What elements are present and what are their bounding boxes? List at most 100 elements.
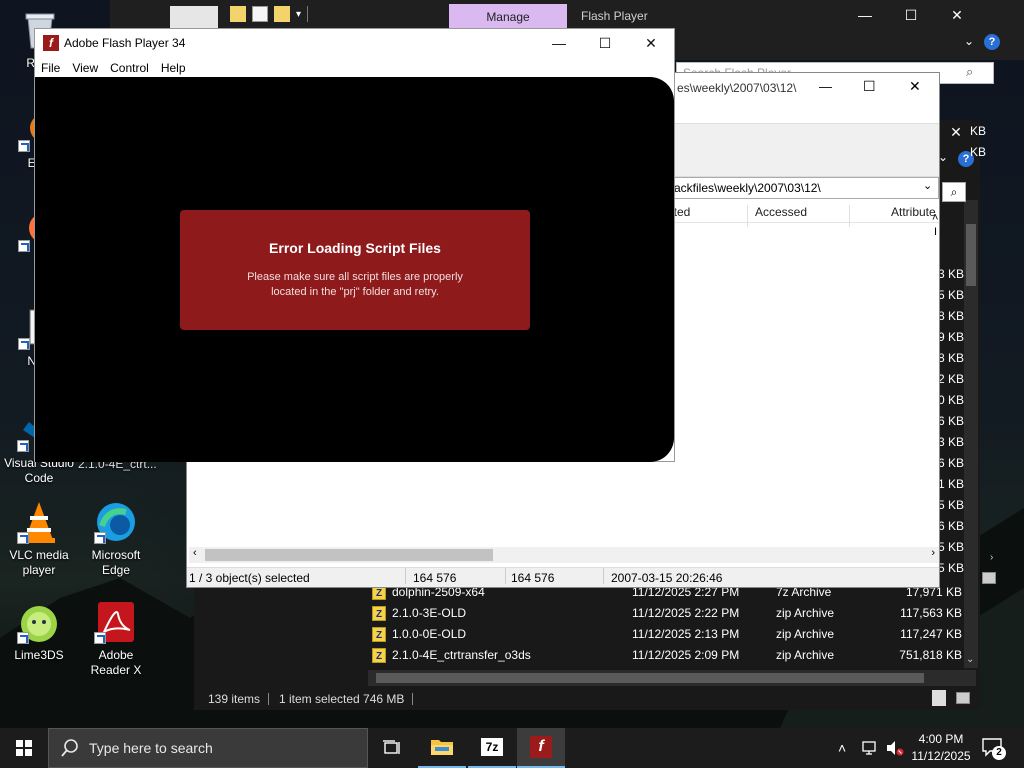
scrollbar-horizontal[interactable]: ‹ › xyxy=(189,547,939,563)
divider xyxy=(747,205,748,227)
selection-status: 1 / 3 object(s) selected xyxy=(189,571,310,585)
close-icon[interactable]: ✕ xyxy=(628,29,674,57)
size-partial: KB xyxy=(970,124,987,138)
help-icon[interactable]: ? xyxy=(984,34,1000,50)
scroll-up-icon[interactable]: ˄ xyxy=(932,212,940,224)
size-cell: 3 KB xyxy=(938,267,965,281)
details-view-icon[interactable] xyxy=(982,572,996,584)
task-view-button[interactable] xyxy=(368,728,416,768)
large-icons-view-icon[interactable] xyxy=(956,692,970,704)
qat-dropdown-icon[interactable]: ▾ xyxy=(296,9,301,20)
file-size: 117,247 KB xyxy=(900,627,962,641)
ribbon-expand-icon[interactable]: ⌄ xyxy=(938,150,954,164)
size-cell: 6 KB xyxy=(938,519,965,533)
minimize-icon[interactable]: — xyxy=(842,0,888,30)
shortcut-arrow-icon xyxy=(17,632,29,644)
zip-archive-icon xyxy=(372,604,386,625)
show-hidden-icons-chevron-up-icon[interactable]: ˄ xyxy=(838,740,846,756)
file-row[interactable]: 1.0.0-0E-OLD 11/12/2025 2:13 PM zip Arch… xyxy=(372,624,968,646)
search-icon[interactable]: ⌕ xyxy=(966,64,973,80)
taskbar-search-input[interactable]: Type here to search xyxy=(48,728,368,768)
scroll-thumb[interactable] xyxy=(205,549,493,561)
start-button[interactable] xyxy=(0,728,48,768)
taskbar: Type here to search 7z f ˄ 4:00 PM 11/12… xyxy=(0,728,1024,768)
divider xyxy=(268,693,269,705)
file-size: 117,563 KB xyxy=(900,606,962,620)
volume-muted-icon[interactable] xyxy=(886,740,904,756)
shortcut-arrow-icon xyxy=(17,532,29,544)
scroll-thumb[interactable] xyxy=(966,224,976,286)
size-cell: 3 KB xyxy=(938,435,965,449)
window-title: Flash Player xyxy=(581,9,648,23)
file-name: 1.0.0-0E-OLD xyxy=(392,627,467,641)
taskbar-file-explorer[interactable] xyxy=(418,728,466,768)
size-cell: 5 KB xyxy=(938,498,965,512)
menu-control[interactable]: Control xyxy=(104,58,155,78)
error-message-line: located in the "prj" folder and retry. xyxy=(271,286,439,298)
desktop-icon-label: Adobe Reader X xyxy=(90,648,142,677)
zip-archive-icon xyxy=(372,646,386,667)
tab-manage[interactable]: Manage xyxy=(449,4,567,28)
taskbar-7zip[interactable]: 7z xyxy=(468,728,516,768)
column-header-accessed[interactable]: Accessed xyxy=(755,205,807,219)
close-icon[interactable]: ✕ xyxy=(944,118,968,146)
window-title: es\weekly\2007\03\12\ xyxy=(677,81,797,95)
action-center-button[interactable]: 2 xyxy=(978,734,1008,762)
new-folder-icon[interactable] xyxy=(274,6,290,22)
minimize-icon[interactable]: — xyxy=(819,79,832,94)
adobe-reader-icon xyxy=(94,600,138,644)
file-size: 751,818 KB xyxy=(899,648,962,662)
size-cell: 1 KB xyxy=(938,477,965,491)
menu-help[interactable]: Help xyxy=(155,58,192,78)
status-bar-dark: 139 items 1 item selected 746 MB xyxy=(194,688,980,710)
desktop-icon-label: Microsoft Edge xyxy=(91,548,141,577)
address-bar[interactable]: ackfiles\weekly\2007\03\12\ xyxy=(667,177,939,199)
size-cell: 5 KB xyxy=(938,288,965,302)
divider xyxy=(405,568,406,584)
menu-view[interactable]: View xyxy=(66,58,104,78)
shortcut-arrow-icon xyxy=(94,532,106,544)
file-type: zip Archive xyxy=(776,606,835,620)
search-icon[interactable]: ⌕ xyxy=(942,182,966,202)
maximize-icon[interactable]: ☐ xyxy=(582,29,628,57)
minimize-icon[interactable]: — xyxy=(536,29,582,57)
quick-access-toolbar: ▾ xyxy=(230,6,309,22)
size-cell: 0 KB xyxy=(938,393,965,407)
clock-time: 4:00 PM xyxy=(918,732,964,746)
file-row[interactable]: 2.1.0-3E-OLD 11/12/2025 2:22 PM zip Arch… xyxy=(372,603,968,625)
close-icon[interactable]: ✕ xyxy=(909,78,921,95)
clock[interactable]: 4:00 PM 11/12/2025 xyxy=(908,731,974,765)
desktop-icon-adobe-reader[interactable]: Adobe Reader X xyxy=(78,600,154,678)
scroll-right-icon[interactable]: › xyxy=(931,547,935,559)
error-message-line: Please make sure all script files are pr… xyxy=(247,271,463,283)
dark-scrollbar-horizontal[interactable] xyxy=(368,670,976,686)
desktop-icon-vlc[interactable]: VLC media player xyxy=(1,500,77,578)
scroll-right-icon[interactable]: › xyxy=(990,552,993,563)
column-headers: ated Accessed Attribute xyxy=(667,201,939,227)
file-explorer-icon xyxy=(431,740,453,755)
folder-icon[interactable] xyxy=(230,6,246,22)
file-row[interactable]: 2.1.0-4E_ctrtransfer_o3ds 11/12/2025 2:0… xyxy=(372,645,968,667)
file-type: zip Archive xyxy=(776,648,835,662)
maximize-icon[interactable]: ☐ xyxy=(888,0,934,30)
modified-date: 2007-03-15 20:26:46 xyxy=(611,571,723,585)
size-cell: 8 KB xyxy=(938,309,965,323)
scroll-left-icon[interactable]: ‹ xyxy=(193,547,197,559)
flash-stage[interactable]: Error Loading Script Files Please make s… xyxy=(35,77,674,462)
chevron-down-icon[interactable]: ⌄ xyxy=(923,179,932,192)
column-header-attributes[interactable]: Attribute xyxy=(891,205,936,219)
error-dialog: Error Loading Script Files Please make s… xyxy=(180,210,530,330)
ribbon-expand-icon[interactable]: ⌄ xyxy=(964,34,974,48)
scroll-down-icon[interactable]: ⌄ xyxy=(966,654,974,665)
desktop-icon-edge[interactable]: Microsoft Edge xyxy=(78,500,154,578)
menu-file[interactable]: File xyxy=(35,58,66,78)
properties-icon[interactable] xyxy=(252,6,268,22)
taskbar-flash-player[interactable]: f xyxy=(517,728,565,768)
title-bar[interactable]: f Adobe Flash Player 34 — ☐ ✕ xyxy=(35,29,674,57)
network-icon[interactable] xyxy=(862,740,880,756)
desktop-icon-lime3ds[interactable]: Lime3DS xyxy=(1,600,77,663)
close-icon[interactable]: ✕ xyxy=(934,0,980,30)
scroll-thumb[interactable] xyxy=(376,673,924,683)
details-view-icon[interactable] xyxy=(932,690,946,706)
maximize-icon[interactable]: ☐ xyxy=(863,78,876,95)
